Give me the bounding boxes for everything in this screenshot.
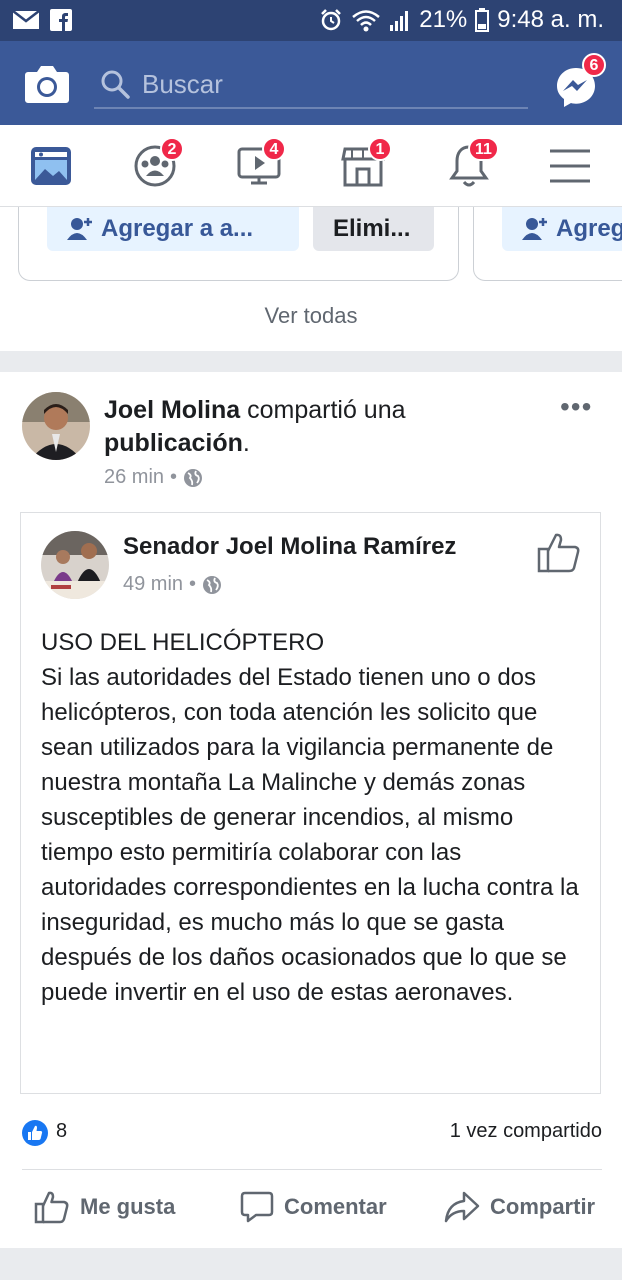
post-author[interactable]: Joel Molina: [104, 396, 240, 424]
add-friend-label: Agreg: [556, 215, 622, 242]
like-page-icon[interactable]: [537, 531, 581, 573]
tab-news-feed[interactable]: [28, 143, 80, 191]
tab-notifications[interactable]: 11: [446, 137, 499, 191]
post-body-text: USO DEL HELICÓPTERO Si las autoridades d…: [41, 629, 579, 1006]
top-bar: 6: [0, 41, 622, 125]
avatar[interactable]: [41, 531, 109, 599]
tab-marketplace[interactable]: 1: [340, 137, 392, 191]
comment-label: Comentar: [284, 1194, 387, 1219]
mail-icon: [12, 10, 40, 29]
like-reaction-icon[interactable]: [22, 1120, 48, 1146]
avatar[interactable]: [22, 392, 90, 460]
suggestion-card: Agreg: [473, 207, 622, 281]
battery-icon: [475, 8, 490, 32]
shared-post[interactable]: Senador Joel Molina Ramírez 49 min • USO…: [20, 512, 601, 1094]
post-meta: 26 min •: [104, 466, 203, 489]
status-bar: 21% 9:48 a. m.: [0, 0, 622, 41]
see-all-link[interactable]: Ver todas: [0, 303, 622, 329]
shared-meta: 49 min •: [123, 573, 222, 596]
camera-icon[interactable]: [24, 62, 70, 104]
like-count[interactable]: 8: [56, 1120, 67, 1143]
battery-percent: 21%: [419, 6, 468, 33]
alarm-icon: [321, 9, 342, 31]
add-friend-icon: [522, 218, 547, 240]
clock: 9:48 a. m.: [497, 6, 604, 33]
shared-post-link[interactable]: publicación: [104, 429, 243, 457]
share-count[interactable]: 1 vez compartido: [450, 1120, 602, 1143]
divider: [22, 1169, 602, 1170]
notifications-badge: 11: [468, 137, 499, 161]
like-button[interactable]: Me gusta: [34, 1190, 175, 1224]
marketplace-badge: 1: [368, 137, 392, 161]
friend-suggestions: Agregar a a... Elimi... Agreg Ver todas: [0, 207, 622, 351]
add-friend-label: Agregar a a...: [101, 215, 254, 242]
avatar-image: [22, 392, 90, 460]
post-actions: Me gusta Comentar Compartir: [0, 1184, 622, 1234]
feed-post: Joel Molina compartió una publicación. 2…: [0, 372, 622, 1248]
share-label: Compartir: [490, 1194, 596, 1219]
menu-icon: [550, 149, 590, 183]
like-label: Me gusta: [80, 1194, 176, 1219]
post-action: compartió una: [240, 396, 406, 424]
add-friend-icon: [67, 218, 92, 240]
globe-icon: [184, 468, 203, 487]
add-friend-button[interactable]: Agregar a a...: [47, 207, 299, 251]
news-feed-icon: [31, 147, 71, 185]
reactions-bar: 8 1 vez compartido: [22, 1116, 602, 1152]
tab-groups[interactable]: 2: [132, 137, 184, 191]
globe-icon: [203, 575, 222, 594]
comment-icon: [240, 1191, 274, 1223]
avatar-image: [41, 531, 109, 599]
suggestion-card: Agregar a a... Elimi...: [18, 207, 459, 281]
signal-icon: [390, 11, 409, 31]
watch-badge: 4: [262, 137, 286, 161]
post-header: Joel Molina compartió una publicación.: [104, 396, 406, 457]
delete-button[interactable]: Elimi...: [313, 207, 434, 251]
comment-button[interactable]: Comentar: [240, 1190, 387, 1224]
share-button[interactable]: Compartir: [444, 1190, 595, 1224]
like-icon: [34, 1191, 69, 1224]
search-icon: [101, 70, 130, 99]
search-input[interactable]: [142, 65, 522, 103]
more-options-icon[interactable]: •••: [560, 393, 592, 421]
add-friend-button[interactable]: Agreg: [502, 207, 622, 251]
messenger-badge: 6: [582, 53, 606, 77]
post-time[interactable]: 26 min: [104, 466, 164, 489]
facebook-notification-icon: [50, 9, 72, 31]
delete-label: Elimi...: [333, 215, 411, 242]
shared-time[interactable]: 49 min: [123, 573, 183, 596]
share-icon: [444, 1191, 480, 1223]
nav-bar: 2 4 1 11: [0, 125, 622, 207]
messenger-button[interactable]: 6: [554, 53, 606, 109]
tab-menu[interactable]: [548, 143, 600, 191]
search-bar[interactable]: [94, 63, 528, 109]
groups-badge: 2: [160, 137, 184, 161]
shared-author[interactable]: Senador Joel Molina Ramírez: [123, 533, 456, 561]
tab-watch[interactable]: 4: [236, 137, 288, 191]
wifi-icon: [352, 10, 381, 32]
